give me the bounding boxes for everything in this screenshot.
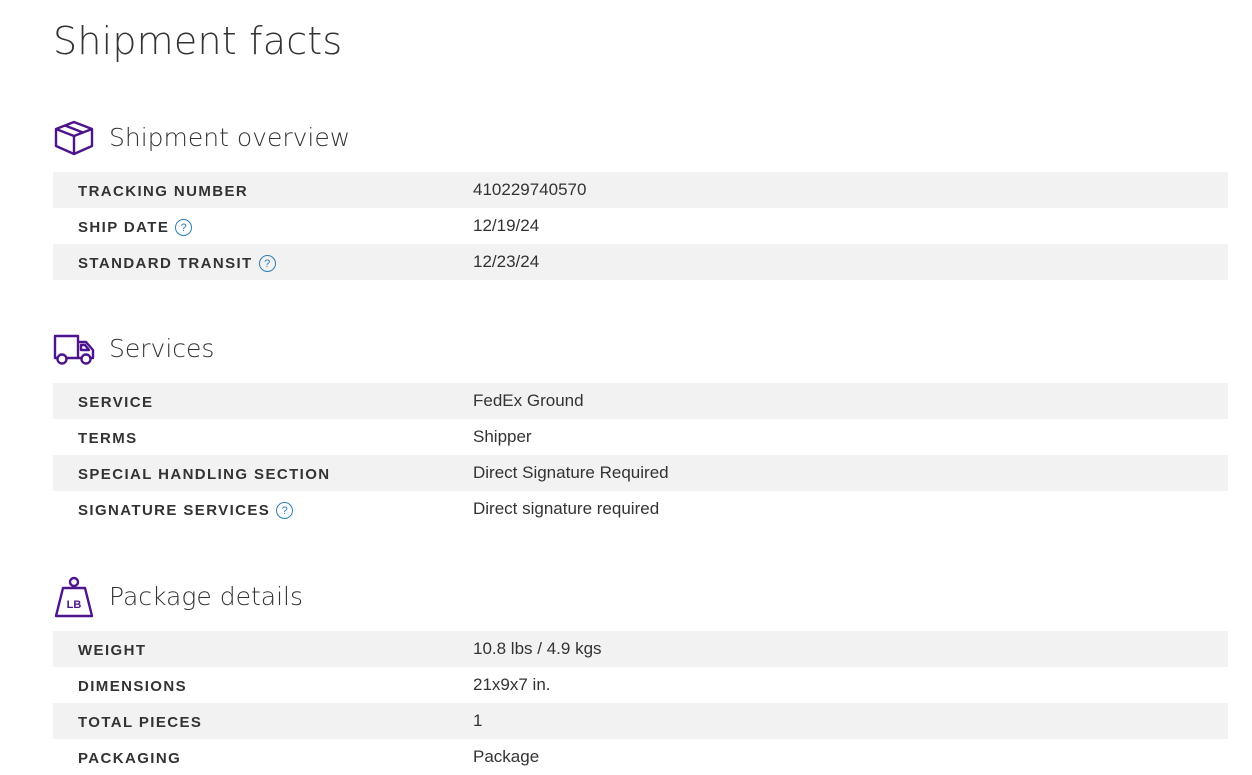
service-value: FedEx Ground bbox=[473, 390, 584, 410]
section-title: Services bbox=[109, 334, 215, 363]
weight-icon-text: LB bbox=[67, 599, 82, 611]
signature-services-row: SIGNATURE SERVICES? Direct signature req… bbox=[53, 491, 1228, 527]
total-pieces-label: TOTAL PIECES bbox=[78, 714, 203, 731]
shipment-overview-table: TRACKING NUMBER 410229740570 SHIP DATE? … bbox=[53, 172, 1228, 280]
weight-label: WEIGHT bbox=[78, 642, 147, 659]
service-label: SERVICE bbox=[78, 394, 154, 411]
terms-row: TERMS Shipper bbox=[53, 419, 1228, 455]
section-title: Package details bbox=[109, 582, 303, 611]
package-details-section: LB Package details WEIGHT 10.8 lbs / 4.9… bbox=[53, 575, 1228, 775]
help-icon[interactable]: ? bbox=[276, 502, 294, 519]
packaging-row: PACKAGING Package bbox=[53, 739, 1228, 775]
page-title: Shipment facts bbox=[53, 19, 343, 63]
dimensions-row: DIMENSIONS 21x9x7 in. bbox=[53, 667, 1228, 703]
packaging-label: PACKAGING bbox=[78, 750, 182, 767]
total-pieces-row: TOTAL PIECES 1 bbox=[53, 703, 1228, 739]
signature-services-value: Direct signature required bbox=[473, 498, 660, 518]
ship-date-value: 12/19/24 bbox=[473, 215, 540, 235]
tracking-number-row: TRACKING NUMBER 410229740570 bbox=[53, 172, 1228, 208]
services-table: SERVICE FedEx Ground TERMS Shipper SPECI… bbox=[53, 383, 1228, 527]
box-icon bbox=[53, 117, 95, 159]
help-icon[interactable]: ? bbox=[175, 219, 193, 236]
weight-value: 10.8 lbs / 4.9 kgs bbox=[473, 638, 602, 658]
ship-date-label: SHIP DATE? bbox=[78, 208, 193, 244]
section-header: Services bbox=[53, 327, 1228, 371]
help-icon[interactable]: ? bbox=[258, 255, 276, 272]
dimensions-value: 21x9x7 in. bbox=[473, 674, 551, 694]
section-title: Shipment overview bbox=[109, 123, 351, 152]
truck-icon bbox=[53, 328, 95, 370]
standard-transit-row: STANDARD TRANSIT? 12/23/24 bbox=[53, 244, 1228, 280]
tracking-number-label: TRACKING NUMBER bbox=[78, 183, 249, 200]
section-header: Shipment overview bbox=[53, 116, 1228, 160]
terms-label: TERMS bbox=[78, 430, 138, 447]
tracking-number-value: 410229740570 bbox=[473, 179, 587, 199]
signature-services-label: SIGNATURE SERVICES? bbox=[78, 491, 294, 527]
weight-row: WEIGHT 10.8 lbs / 4.9 kgs bbox=[53, 631, 1228, 667]
package-details-table: WEIGHT 10.8 lbs / 4.9 kgs DIMENSIONS 21x… bbox=[53, 631, 1228, 775]
standard-transit-label: STANDARD TRANSIT? bbox=[78, 244, 276, 280]
special-handling-value: Direct Signature Required bbox=[473, 462, 669, 482]
terms-value: Shipper bbox=[473, 426, 532, 446]
service-row: SERVICE FedEx Ground bbox=[53, 383, 1228, 419]
weight-icon: LB bbox=[53, 576, 95, 618]
special-handling-label: SPECIAL HANDLING SECTION bbox=[78, 466, 331, 483]
ship-date-row: SHIP DATE? 12/19/24 bbox=[53, 208, 1228, 244]
total-pieces-value: 1 bbox=[473, 710, 483, 730]
special-handling-row: SPECIAL HANDLING SECTION Direct Signatur… bbox=[53, 455, 1228, 491]
standard-transit-value: 12/23/24 bbox=[473, 251, 540, 271]
dimensions-label: DIMENSIONS bbox=[78, 678, 188, 695]
packaging-value: Package bbox=[473, 746, 540, 766]
section-header: LB Package details bbox=[53, 575, 1228, 619]
shipment-overview-section: Shipment overview TRACKING NUMBER 410229… bbox=[53, 116, 1228, 280]
services-section: Services SERVICE FedEx Ground TERMS Ship… bbox=[53, 327, 1228, 527]
